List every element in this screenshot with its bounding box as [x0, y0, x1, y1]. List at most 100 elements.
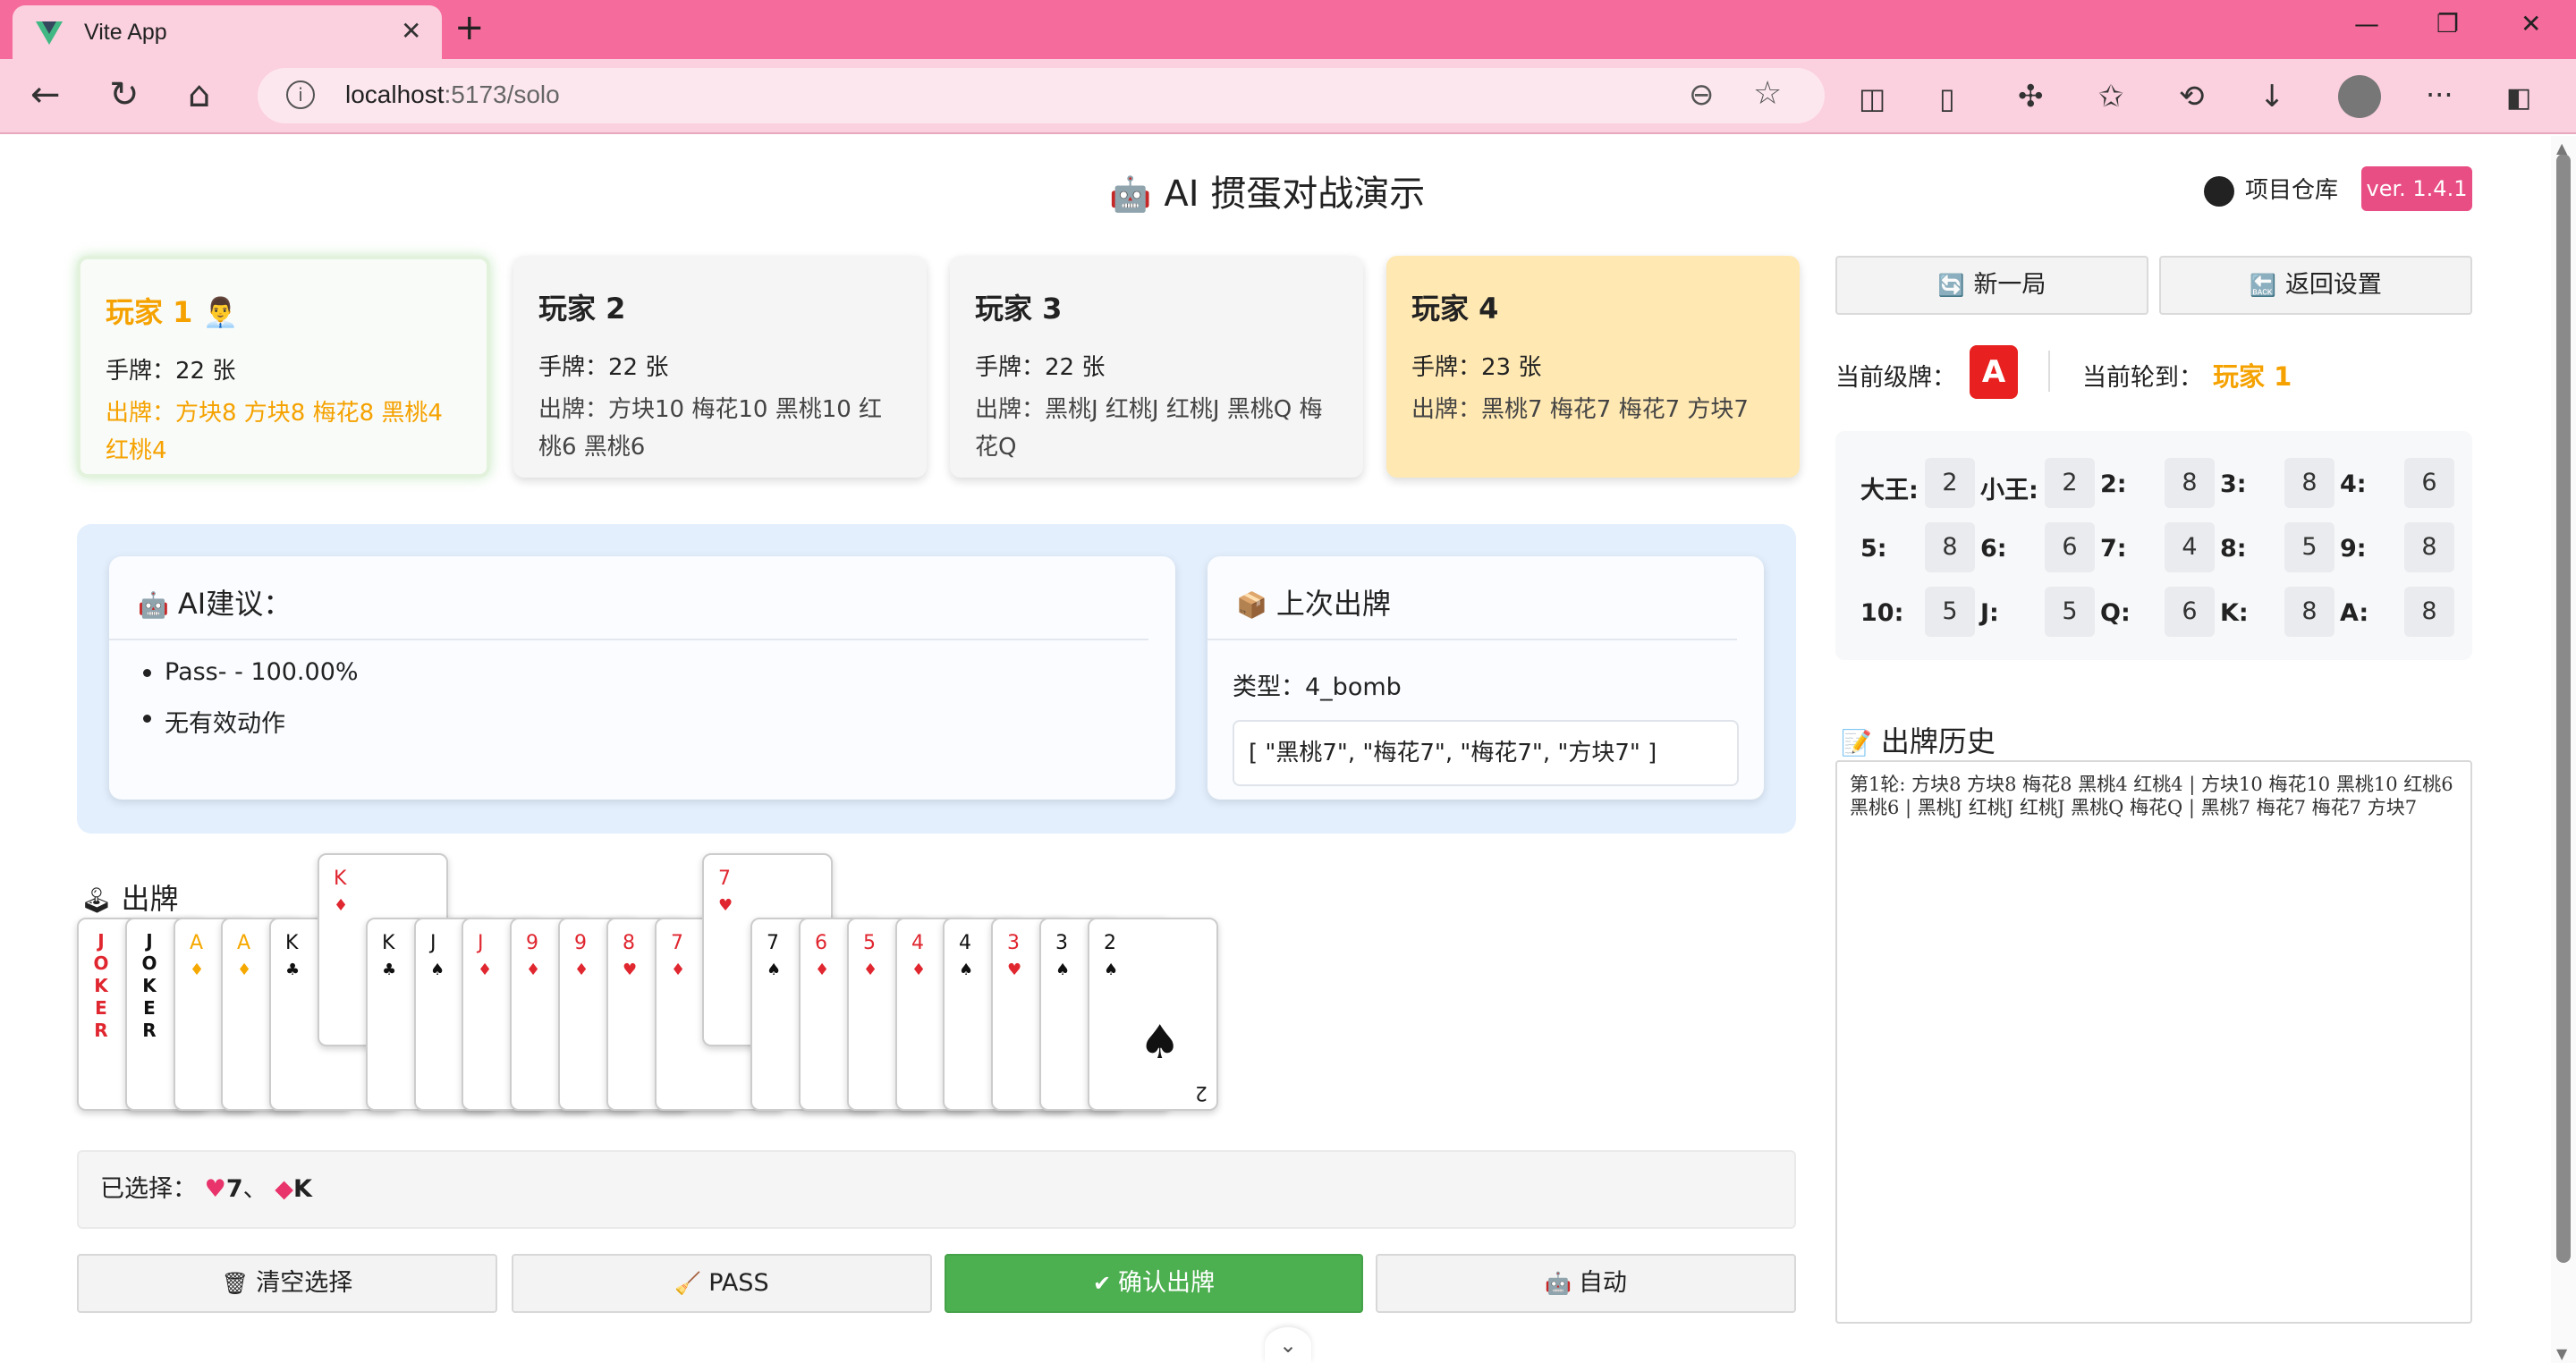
count-value: 8 [2284, 458, 2334, 508]
count-value: 6 [2045, 522, 2095, 572]
robot-icon: 🤖 [1109, 174, 1152, 214]
minimize-icon[interactable]: — [2354, 9, 2379, 38]
new-game-button[interactable]: 🔄 新一局 [1835, 256, 2148, 315]
window-close-icon[interactable]: ✕ [2521, 9, 2541, 38]
card-rank: J [478, 932, 484, 954]
card-suit-icon: ♦ [237, 961, 252, 979]
extensions-icon[interactable]: ✣ [2018, 77, 2044, 116]
restore-icon[interactable]: ❐ [2436, 9, 2459, 38]
url-text[interactable]: localhost:5173/solo [345, 80, 560, 109]
card-big-suit-icon: ♠ [1139, 1016, 1181, 1070]
player-hand-count: 手牌：23 张 [1411, 354, 1542, 381]
ai-suggestion-card: 🤖 AI建议： Pass- - 100.00% 无有效动作 [109, 556, 1175, 800]
vite-vue-logo-icon [36, 21, 63, 45]
player-card-4: 玩家 4 手牌：23 张 出牌：黑桃7 梅花7 梅花7 方块7 [1386, 256, 1800, 478]
level-card-badge: A [1970, 345, 2018, 399]
count-label: 8: [2220, 535, 2247, 563]
check-icon: ✔ [1092, 1271, 1112, 1296]
heart-icon: ♥ [204, 1175, 226, 1203]
count-label: A: [2340, 599, 2369, 627]
count-value: 8 [2284, 587, 2334, 637]
ai-suggestion-item: Pass- - 100.00% [143, 658, 1175, 686]
level-label: 当前级牌： [1835, 364, 1956, 392]
zoom-icon[interactable]: ⊖ [1689, 77, 1715, 113]
more-menu-icon[interactable]: ··· [2426, 75, 2453, 114]
divider [2048, 351, 2050, 392]
card-rank: 3 [1007, 932, 1020, 954]
browser-tab-bar: Vite App ✕ + — ❐ ✕ [0, 0, 2576, 59]
current-turn-player: 玩家 1 [2213, 361, 2292, 392]
card-suit-icon: ♠ [430, 961, 445, 979]
count-label: 2: [2100, 470, 2127, 498]
card-rank: 8 [623, 932, 635, 954]
home-icon[interactable]: ⌂ [188, 75, 210, 114]
history-icon[interactable]: ⟲ [2179, 77, 2205, 116]
favorite-star-icon[interactable]: ☆ [1753, 75, 1782, 112]
reading-view-icon[interactable]: ▯ [1939, 79, 1955, 118]
selected-cards-bar: 已选择： ♥7、 ◆K [77, 1150, 1796, 1229]
split-screen-icon[interactable]: ◫ [1859, 79, 1885, 118]
count-label: 6: [1980, 535, 2007, 563]
github-icon [2204, 175, 2234, 207]
last-play-title: 📦 上次出牌 [1208, 556, 1737, 640]
auto-play-button[interactable]: 🤖 自动 [1376, 1254, 1796, 1313]
count-value: 8 [2165, 458, 2215, 508]
card-suit-icon: ♥ [623, 961, 638, 979]
browser-toolbar: ← ↻ ⌂ i localhost:5173/solo ⊖ ☆ ◫ ▯ ✣ ✩ … [0, 59, 2576, 134]
pass-button[interactable]: 🧹 PASS [512, 1254, 932, 1313]
count-label: Q: [2100, 599, 2131, 627]
robot-icon: 🤖 [138, 590, 169, 620]
selected-card: 7 [225, 1175, 243, 1203]
reload-icon[interactable]: ↻ [109, 75, 140, 114]
diamond-icon: ◆ [275, 1175, 293, 1203]
scroll-down-icon[interactable]: ▼ [2556, 1345, 2567, 1362]
count-label: J: [1980, 599, 1999, 627]
confirm-play-button[interactable]: ✔ 确认出牌 [945, 1254, 1363, 1313]
card-suit-icon: ♦ [334, 896, 349, 915]
sidebar-toggle-icon[interactable]: ◧ [2506, 79, 2531, 118]
card-suit-icon: ♦ [815, 961, 830, 979]
scroll-up-icon[interactable]: ▲ [2556, 140, 2567, 157]
card-suit-icon: ♦ [574, 961, 589, 979]
profile-avatar[interactable] [2338, 75, 2381, 118]
back-icon[interactable]: ← [30, 75, 61, 114]
card-suit-icon: ♦ [478, 961, 493, 979]
tab-title: Vite App [84, 20, 167, 45]
clear-selection-button[interactable]: 🗑 清空选择 [77, 1254, 497, 1313]
card-rank: K [334, 868, 347, 890]
joystick-icon: 🕹 [80, 885, 113, 915]
back-arrow-icon: 🔙 [2250, 273, 2276, 298]
back-to-settings-button[interactable]: 🔙 返回设置 [2159, 256, 2472, 315]
card-rank: JOKER [141, 930, 157, 1041]
history-title: 📝 出牌历史 [1841, 724, 1996, 758]
robot-icon: 🤖 [1545, 1271, 1572, 1296]
card-rank: JOKER [93, 930, 109, 1041]
favorites-icon[interactable]: ✩ [2098, 77, 2124, 116]
hand-card[interactable]: 2 ♠ ♠ 2 [1088, 918, 1218, 1111]
card-rank: 4 [959, 932, 971, 954]
count-label: 3: [2220, 470, 2247, 498]
count-value: 5 [1925, 587, 1975, 637]
scrollbar-thumb[interactable] [2556, 154, 2571, 1263]
site-info-icon[interactable]: i [286, 80, 315, 109]
card-suit-icon: ♣ [285, 961, 301, 979]
scroll-down-chevron-icon[interactable]: ⌄ [1265, 1327, 1311, 1363]
card-rank: 9 [526, 932, 538, 954]
new-tab-icon[interactable]: + [454, 7, 485, 48]
address-bar[interactable]: i localhost:5173/solo ⊖ ☆ [258, 68, 1825, 123]
browser-tab[interactable]: Vite App ✕ [13, 5, 442, 59]
downloads-icon[interactable]: ↓ [2259, 77, 2285, 116]
count-value: 2 [1925, 458, 1975, 508]
card-suit-icon: ♠ [1104, 961, 1119, 979]
count-value: 6 [2404, 458, 2454, 508]
card-rank: 9 [574, 932, 587, 954]
count-label: 小王: [1980, 477, 2038, 504]
player-last-played: 出牌：方块10 梅花10 黑桃10 红桃6 黑桃6 [538, 396, 883, 461]
player-name: 玩家 2 [538, 292, 626, 326]
card-suit-icon: ♦ [863, 961, 878, 979]
repo-link[interactable]: 项目仓库 [2204, 172, 2338, 207]
card-rank: K [285, 932, 299, 954]
count-value: 2 [2045, 458, 2095, 508]
memo-icon: 📝 [1841, 728, 1872, 758]
tab-close-icon[interactable]: ✕ [401, 16, 421, 46]
